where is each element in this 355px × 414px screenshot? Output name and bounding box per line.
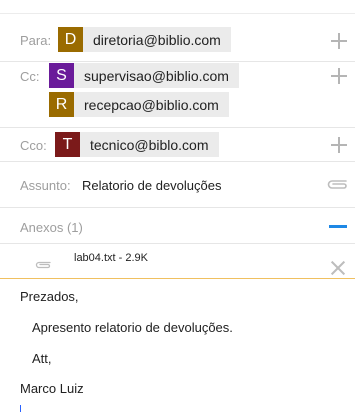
paperclip-icon: [35, 261, 51, 269]
text-cursor: [20, 405, 21, 412]
subject-row[interactable]: Assunto: Relatorio de devoluções: [0, 162, 355, 208]
body-line: Apresento relatorio de devoluções.: [32, 320, 233, 335]
recipient-chip[interactable]: T tecnico@biblo.com: [55, 132, 219, 157]
cc-row[interactable]: Cc: S supervisao@biblio.com R recepcao@b…: [0, 62, 355, 128]
recipient-email: tecnico@biblo.com: [90, 136, 209, 153]
body-line: Prezados,: [20, 289, 79, 304]
attachment-name: lab04.txt - 2.9K: [74, 252, 148, 264]
bcc-row[interactable]: Cco: T tecnico@biblo.com: [0, 128, 355, 162]
attachments-title: Anexos (1): [20, 220, 83, 235]
recipient-chip[interactable]: D diretoria@biblio.com: [58, 27, 231, 52]
to-row[interactable]: Para: D diretoria@biblio.com: [0, 21, 355, 62]
bcc-label: Cco:: [20, 138, 47, 153]
add-recipient-plus-icon[interactable]: [331, 33, 347, 49]
avatar: D: [58, 27, 83, 52]
close-icon[interactable]: [331, 261, 345, 275]
collapse-minus-icon[interactable]: [329, 225, 347, 228]
avatar: T: [55, 132, 80, 157]
subject-input[interactable]: Relatorio de devoluções: [82, 178, 221, 193]
avatar: R: [49, 92, 74, 117]
recipient-email: supervisao@biblio.com: [84, 67, 229, 84]
avatar: S: [49, 63, 74, 88]
add-recipient-plus-icon[interactable]: [331, 68, 347, 84]
top-divider: [0, 0, 355, 14]
body-line: Att,: [32, 351, 52, 366]
add-recipient-plus-icon[interactable]: [331, 137, 347, 153]
recipient-email: diretoria@biblio.com: [93, 31, 221, 48]
subject-label: Assunto:: [20, 178, 71, 193]
to-label: Para:: [20, 33, 52, 48]
recipient-chip[interactable]: S supervisao@biblio.com: [49, 63, 239, 88]
recipient-chip[interactable]: R recepcao@biblio.com: [49, 92, 229, 117]
attachment-item[interactable]: lab04.txt - 2.9K: [0, 244, 355, 279]
cc-label: Cc:: [20, 69, 40, 84]
recipient-email: recepcao@biblio.com: [84, 96, 219, 113]
paperclip-icon[interactable]: [325, 177, 349, 191]
body-line: Marco Luiz: [20, 381, 84, 396]
attachments-header[interactable]: Anexos (1): [0, 208, 355, 244]
